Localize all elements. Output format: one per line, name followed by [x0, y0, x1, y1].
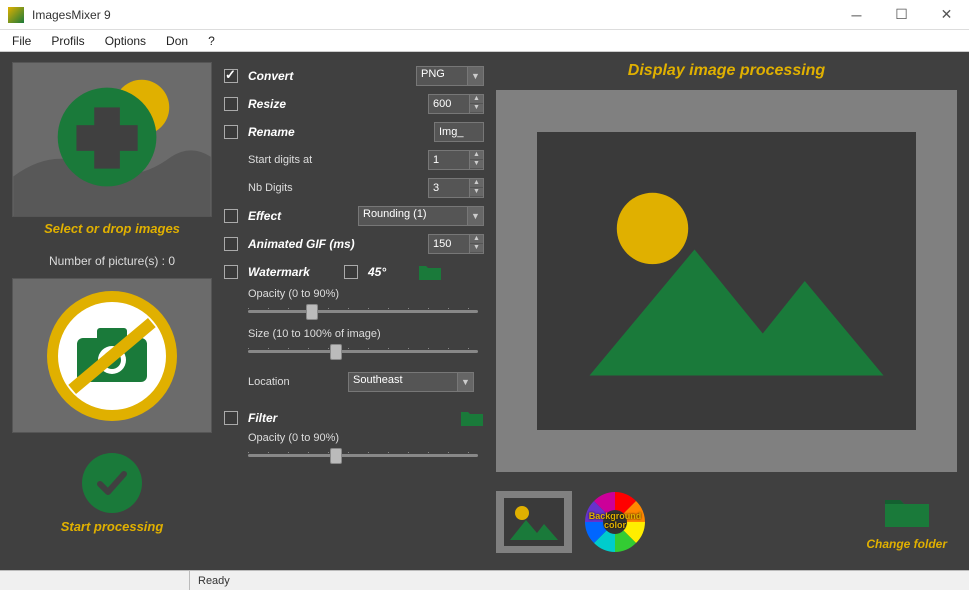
- agif-input[interactable]: [428, 234, 470, 254]
- options-column: Convert PNG ▼ Resize ▲▼ Rename Start dig…: [224, 62, 484, 562]
- statusbar: Ready: [0, 570, 969, 590]
- nb-digits-input[interactable]: [428, 178, 470, 198]
- app-icon: [8, 7, 24, 23]
- resize-label: Resize: [248, 97, 428, 111]
- rename-input[interactable]: [434, 122, 484, 142]
- check-icon: [82, 453, 142, 513]
- titlebar: ImagesMixer 9 ─ ☐ ✕: [0, 0, 969, 30]
- agif-spinner[interactable]: ▲▼: [470, 234, 484, 254]
- start-label: Start processing: [12, 519, 212, 534]
- menu-file[interactable]: File: [12, 34, 31, 48]
- menu-don[interactable]: Don: [166, 34, 188, 48]
- filter-opacity-label: Opacity (0 to 90%): [248, 432, 484, 444]
- filter-opacity-slider[interactable]: [248, 446, 478, 466]
- start-digits-label: Start digits at: [248, 154, 428, 166]
- minimize-button[interactable]: ─: [834, 0, 879, 30]
- agif-label: Animated GIF (ms): [248, 237, 428, 251]
- watermark-45-label: 45°: [368, 265, 408, 279]
- change-folder-label: Change folder: [866, 537, 947, 551]
- effect-select[interactable]: Rounding (1): [358, 206, 468, 226]
- convert-select[interactable]: PNG: [416, 66, 468, 86]
- chevron-down-icon[interactable]: ▼: [468, 206, 484, 226]
- wm-size-label: Size (10 to 100% of image): [248, 328, 484, 340]
- watermark-label: Watermark: [248, 265, 344, 279]
- watermark-45-checkbox[interactable]: [344, 265, 358, 279]
- wm-size-slider[interactable]: [248, 342, 478, 362]
- watermark-checkbox[interactable]: [224, 265, 238, 279]
- filter-label: Filter: [248, 411, 450, 425]
- wm-opacity-label: Opacity (0 to 90%): [248, 288, 484, 300]
- menu-profiles[interactable]: Profils: [51, 34, 84, 48]
- thumbnail-button[interactable]: [496, 491, 572, 553]
- start-digits-spinner[interactable]: ▲▼: [470, 150, 484, 170]
- status-text: Ready: [190, 571, 969, 590]
- preview-column: Display image processing: [496, 62, 957, 562]
- folder-icon: [882, 494, 932, 530]
- preview-title: Display image processing: [496, 62, 957, 80]
- convert-checkbox[interactable]: [224, 69, 238, 83]
- rename-checkbox[interactable]: [224, 125, 238, 139]
- wm-location-label: Location: [248, 376, 348, 388]
- change-folder-button[interactable]: Change folder: [866, 494, 947, 551]
- chevron-down-icon[interactable]: ▼: [468, 66, 484, 86]
- bgcolor-label: Background color: [589, 512, 642, 530]
- filter-checkbox[interactable]: [224, 411, 238, 425]
- preview-image-icon: [537, 132, 915, 430]
- resize-spinner[interactable]: ▲▼: [470, 94, 484, 114]
- chevron-down-icon[interactable]: ▼: [458, 372, 474, 392]
- preview-area[interactable]: [496, 90, 957, 472]
- wm-location-select[interactable]: Southeast: [348, 372, 458, 392]
- drop-zone[interactable]: [12, 62, 212, 217]
- left-column: Select or drop images Number of picture(…: [12, 62, 212, 562]
- agif-checkbox[interactable]: [224, 237, 238, 251]
- convert-label: Convert: [248, 69, 416, 83]
- start-digits-input[interactable]: [428, 150, 470, 170]
- preview-toolbar: Background color Change folder: [496, 482, 957, 562]
- watermark-folder-icon[interactable]: [418, 263, 442, 281]
- filter-folder-icon[interactable]: [460, 409, 484, 427]
- nb-digits-spinner[interactable]: ▲▼: [470, 178, 484, 198]
- menubar: File Profils Options Don ?: [0, 30, 969, 52]
- status-progress: [0, 571, 190, 590]
- no-camera-zone[interactable]: [12, 278, 212, 433]
- rename-label: Rename: [248, 125, 434, 139]
- resize-input[interactable]: [428, 94, 470, 114]
- background-color-button[interactable]: Background color: [584, 491, 646, 553]
- effect-label: Effect: [248, 209, 358, 223]
- close-button[interactable]: ✕: [924, 0, 969, 30]
- nb-digits-label: Nb Digits: [248, 182, 428, 194]
- drop-label: Select or drop images: [12, 221, 212, 236]
- maximize-button[interactable]: ☐: [879, 0, 924, 30]
- wm-opacity-slider[interactable]: [248, 302, 478, 322]
- picture-count: Number of picture(s) : 0: [12, 254, 212, 268]
- effect-checkbox[interactable]: [224, 209, 238, 223]
- menu-options[interactable]: Options: [105, 34, 146, 48]
- menu-help[interactable]: ?: [208, 34, 215, 48]
- main-panel: Select or drop images Number of picture(…: [0, 52, 969, 570]
- resize-checkbox[interactable]: [224, 97, 238, 111]
- window-title: ImagesMixer 9: [32, 8, 834, 22]
- start-processing[interactable]: Start processing: [12, 453, 212, 534]
